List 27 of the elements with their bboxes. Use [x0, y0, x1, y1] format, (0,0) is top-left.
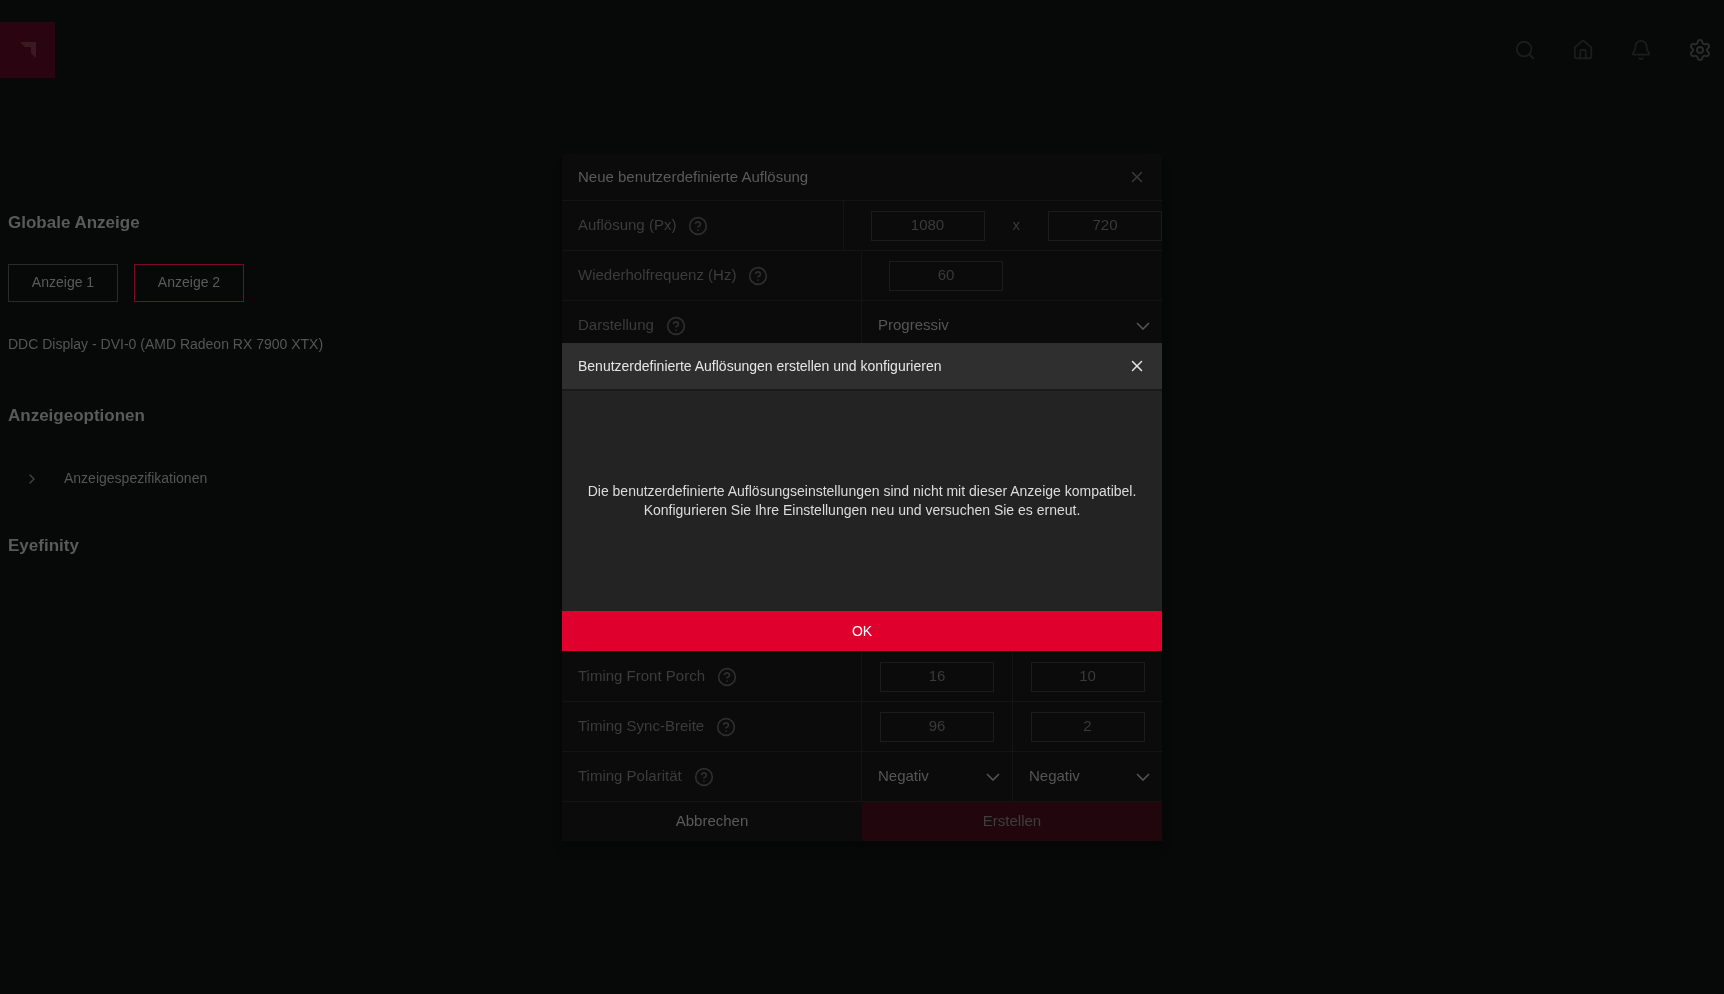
dropdown[interactable]: Progressiv — [862, 310, 1162, 341]
display-tab[interactable]: Anzeige 1 — [8, 263, 118, 302]
message-text: Die benutzerdefinierte Auflösungseinstellungen sind nicht mit dieser Anzeige kompatibel. Konfigurieren Sie Ihre Einstellungen neu und versuchen Sie es erneut. — [587, 482, 1137, 520]
help-icon[interactable] — [717, 666, 737, 687]
settings-icon[interactable] — [1688, 38, 1712, 62]
logo[interactable] — [0, 22, 55, 78]
dialog-title: Neue benutzerdefinierte Auflösung — [578, 166, 809, 187]
help-icon[interactable] — [748, 265, 769, 286]
dropdown[interactable]: Negativ — [1013, 761, 1162, 792]
help-icon[interactable] — [716, 716, 737, 737]
chevron-icon — [986, 772, 1000, 781]
ok-button[interactable]: OK — [562, 611, 1162, 651]
help-icon[interactable] — [688, 215, 709, 236]
dialog-title: Benutzerdefinierte Auflösungen erstellen und konfigurieren — [578, 356, 942, 376]
section-heading: Eyefinity — [8, 535, 79, 557]
help-icon[interactable] — [665, 315, 686, 336]
help-icon[interactable] — [693, 766, 714, 787]
display-tab[interactable]: Anzeige 2 — [134, 263, 244, 302]
display-name: DDC Display - DVI-0 (AMD Radeon RX 7900 XTX) — [8, 334, 324, 354]
expander-label[interactable]: Anzeigespezifikationen — [64, 468, 208, 489]
section-heading: Anzeigeoptionen — [8, 404, 145, 427]
chevron-icon — [1136, 772, 1150, 781]
dropdown[interactable]: Negativ — [862, 761, 1012, 792]
cancel-button[interactable]: Abbrechen — [562, 802, 862, 841]
create-button[interactable]: Erstellen — [862, 802, 1162, 841]
section-heading: Globale Anzeige — [8, 212, 140, 234]
chevron-icon — [1136, 321, 1150, 330]
